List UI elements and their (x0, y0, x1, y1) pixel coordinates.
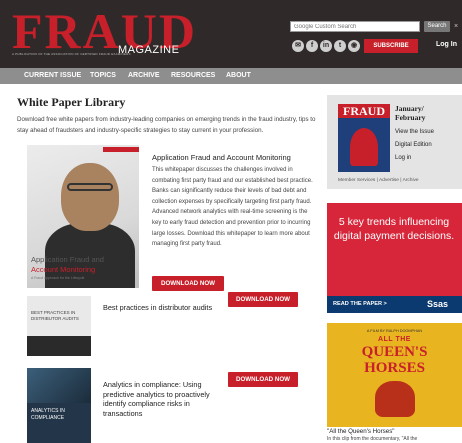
feature-image-caption: Application Fraud and (31, 255, 104, 264)
whitepaper-cover-text: BEST PRACTICES IN DISTRIBUTOR AUDITS (31, 310, 79, 321)
whitepaper-title[interactable]: Analytics in compliance: Using predictiv… (103, 380, 219, 418)
whitepaper-cover-graphic (27, 368, 91, 403)
whitepaper-download-button[interactable]: DOWNLOAD NOW (228, 292, 298, 307)
horseshoe-icon (375, 381, 415, 417)
whitepaper-cover-image[interactable]: ANALYTICS IN COMPLIANCE (27, 368, 91, 443)
issue-month: January/ (395, 104, 424, 113)
sidebar-login-link[interactable]: Log in (395, 155, 411, 161)
search-button[interactable]: Search (424, 21, 450, 32)
search-input[interactable] (290, 21, 420, 32)
feature-image-caption-highlight: Account Monitoring (31, 265, 96, 274)
whitepaper-cover-text: ANALYTICS IN COMPLIANCE (31, 408, 65, 421)
movie-advertisement[interactable]: A FILM BY RALPH DOOMPHAN ALL THE QUEEN'S… (327, 323, 462, 427)
movie-title-line3: HORSES (364, 360, 425, 376)
sas-read-paper-link[interactable]: READ THE PAPER > (333, 300, 387, 309)
search-clear-icon[interactable]: × (451, 21, 461, 32)
whitepaper-title[interactable]: Best practices in distributor audits (103, 303, 221, 313)
nav-about[interactable]: ABOUT (226, 68, 251, 84)
issue-cover-image[interactable]: FRAUD (338, 104, 390, 172)
digital-edition-link[interactable]: Digital Edition (395, 142, 432, 148)
nav-current-issue[interactable]: CURRENT ISSUE (24, 68, 81, 84)
issue-cover-logo: FRAUD (338, 104, 390, 118)
instagram-icon[interactable]: ◉ (348, 40, 360, 52)
sas-ad-headline: 5 key trends influencing digital payment… (333, 216, 455, 242)
issue-month-2: February (395, 113, 426, 122)
facebook-icon[interactable]: f (306, 40, 318, 52)
sidebar-footer-links[interactable]: Member Services | Advertise | Archive (338, 178, 419, 183)
sas-advertisement[interactable]: 5 key trends influencing digital payment… (327, 203, 462, 313)
feature-download-button[interactable]: DOWNLOAD NOW (152, 276, 224, 291)
page-intro: Download free white papers from industry… (17, 116, 316, 134)
main-nav: CURRENT ISSUE TOPICS ARCHIVE RESOURCES A… (0, 68, 462, 84)
sas-logo: Ssas (427, 299, 449, 309)
twitter-icon[interactable]: t (334, 40, 346, 52)
site-header: FRAUD MAGAZINE A PUBLICATION OF THE ASSO… (0, 0, 462, 68)
login-link[interactable]: Log In (436, 41, 457, 48)
linkedin-icon[interactable]: in (320, 40, 332, 52)
current-issue-box: FRAUD January/ February View the Issue D… (327, 95, 462, 189)
view-issue-link[interactable]: View the Issue (395, 129, 434, 135)
page-title: White Paper Library (17, 95, 126, 109)
sas-ad-bar: READ THE PAPER > Ssas (327, 296, 462, 313)
subscribe-button[interactable]: SUBSCRIBE (364, 39, 418, 53)
feature-person-head (61, 163, 119, 231)
whitepaper-cover-photo (27, 336, 91, 356)
nav-archive[interactable]: ARCHIVE (128, 68, 160, 84)
feature-description: This whitepaper discusses the challenges… (152, 167, 313, 248)
movie-title-line2: QUEEN'S (361, 344, 428, 360)
movie-credit: A FILM BY RALPH DOOMPHAN (366, 329, 423, 333)
nav-resources[interactable]: RESOURCES (171, 68, 215, 84)
nav-topics[interactable]: TOPICS (90, 68, 116, 84)
movie-caption-title[interactable]: "All the Queen's Horses" (327, 428, 394, 435)
feature-whitepaper-image[interactable]: Application Fraud and Account Monitoring… (27, 145, 139, 288)
whitepaper-cover-image[interactable]: BEST PRACTICES IN DISTRIBUTOR AUDITS (27, 296, 91, 356)
issue-cover-graphic (350, 128, 378, 166)
site-logo-tagline: A PUBLICATION OF THE ASSOCIATION OF CERT… (12, 52, 131, 56)
feature-image-subcaption: A Fraud Approach for the Lifecycle (31, 276, 85, 280)
feature-title[interactable]: Application Fraud and Account Monitoring (152, 153, 291, 162)
whitepaper-download-button[interactable]: DOWNLOAD NOW (228, 372, 298, 387)
feature-badge (103, 147, 139, 152)
movie-caption-text: In this clip from the documentary, "All … (327, 436, 418, 442)
feature-glasses (67, 183, 113, 191)
email-icon[interactable]: ✉ (292, 40, 304, 52)
movie-title-line1: ALL THE (378, 336, 411, 343)
